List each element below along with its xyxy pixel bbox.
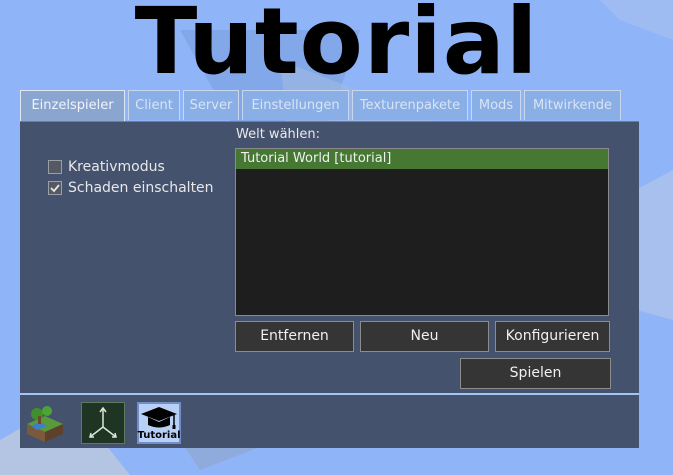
axes-game-button[interactable] [81,402,125,444]
axes-game-icon [89,406,117,438]
game-bar: Tutorial [20,393,639,448]
page-title: Tutorial [134,0,539,95]
main-panel: Kreativmodus Schaden einschalten Welt wä… [20,121,639,394]
tab-server[interactable]: Server [183,90,239,120]
tutorial-game-button[interactable]: Tutorial [137,402,181,444]
play-button[interactable]: Spielen [460,358,611,389]
damage-option[interactable]: Schaden einschalten [48,180,214,196]
damage-checkbox[interactable] [48,181,62,195]
tab-einstellungen[interactable]: Einstellungen [242,90,349,120]
list-item[interactable]: Tutorial World [tutorial] [236,149,608,169]
tutorial-game-label: Tutorial [137,430,181,441]
minetest-game-icon [27,406,63,442]
tab-texturenpakete[interactable]: Texturenpakete [352,90,468,120]
creative-mode-option[interactable]: Kreativmodus [48,159,165,175]
tab-einzelspieler[interactable]: Einzelspieler [20,90,125,122]
damage-label: Schaden einschalten [68,180,214,196]
delete-button[interactable]: Entfernen [235,321,354,352]
world-select-label: Welt wählen: [236,127,320,142]
tab-mods[interactable]: Mods [471,90,521,120]
tab-client[interactable]: Client [128,90,180,120]
creative-mode-checkbox[interactable] [48,160,62,174]
tab-mitwirkende[interactable]: Mitwirkende [524,90,621,120]
checkmark-icon [50,184,60,193]
creative-mode-label: Kreativmodus [68,159,165,175]
minetest-game-button[interactable] [23,402,67,444]
new-button[interactable]: Neu [360,321,489,352]
world-list[interactable]: Tutorial World [tutorial] [235,148,609,316]
configure-button[interactable]: Konfigurieren [495,321,610,352]
